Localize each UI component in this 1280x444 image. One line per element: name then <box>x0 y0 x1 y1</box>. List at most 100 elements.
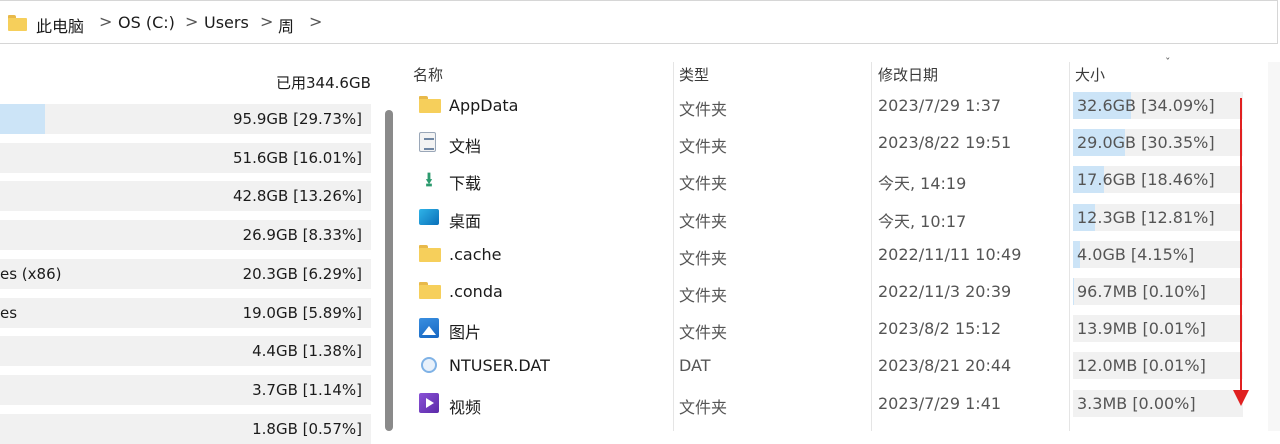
size-bar: 3.3MB [0.00%] <box>1073 390 1243 417</box>
usage-row[interactable]: 95.9GB [29.73%] <box>0 104 371 134</box>
breadcrumb-users[interactable]: Users <box>204 13 249 32</box>
file-modified-date: 2023/7/29 1:37 <box>878 96 1001 115</box>
file-type: 文件夹 <box>679 170 727 194</box>
file-name: 文档 <box>449 133 481 157</box>
file-modified-date: 今天, 10:17 <box>878 208 966 232</box>
folder-icon <box>8 15 27 31</box>
file-modified-date: 2023/7/29 1:41 <box>878 394 1001 413</box>
file-row[interactable]: 桌面 文件夹 今天, 10:17 12.3GB [12.81%] <box>407 199 1267 236</box>
usage-row-value: 1.8GB [0.57%] <box>252 420 362 438</box>
usage-row[interactable]: es (x86) 20.3GB [6.29%] <box>0 259 371 289</box>
file-type: 文件夹 <box>679 245 727 269</box>
file-name: 视频 <box>449 394 481 418</box>
file-size: 12.0MB [0.01%] <box>1077 356 1206 375</box>
annotation-arrow-line <box>1240 98 1242 392</box>
usage-row[interactable]: 1.8GB [0.57%] <box>0 414 371 444</box>
file-size: 32.6GB [34.09%] <box>1077 96 1215 115</box>
file-type: 文件夹 <box>679 96 727 120</box>
column-header-modified[interactable]: 修改日期 <box>878 64 938 85</box>
file-row[interactable]: 图片 文件夹 2023/8/2 15:12 13.9MB [0.01%] <box>407 310 1267 347</box>
file-type: DAT <box>679 356 711 375</box>
chevron-right-icon[interactable]: > <box>99 12 112 31</box>
file-name: NTUSER.DAT <box>449 356 550 375</box>
size-bar: 29.0GB [30.35%] <box>1073 129 1243 156</box>
sort-chevron-down-icon[interactable]: ˇ <box>1165 56 1171 69</box>
file-name: AppData <box>449 96 518 115</box>
usage-row-name: es <box>0 304 17 322</box>
size-bar: 4.0GB [4.15%] <box>1073 241 1243 268</box>
left-scrollbar[interactable] <box>385 110 393 431</box>
file-name: 下载 <box>449 170 481 194</box>
size-bar: 12.0MB [0.01%] <box>1073 352 1243 379</box>
size-bar: 13.9MB [0.01%] <box>1073 315 1243 342</box>
file-modified-date: 2023/8/21 20:44 <box>878 356 1011 375</box>
file-row[interactable]: 视频 文件夹 2023/7/29 1:41 3.3MB [0.00%] <box>407 385 1267 422</box>
file-name: .cache <box>449 245 501 264</box>
usage-row-value: 4.4GB [1.38%] <box>252 342 362 360</box>
usage-row[interactable]: 4.4GB [1.38%] <box>0 336 371 366</box>
file-row[interactable]: ⭳ 下载 文件夹 今天, 14:19 17.6GB [18.46%] <box>407 161 1267 198</box>
file-type: 文件夹 <box>679 319 727 343</box>
usage-row-value: 51.6GB [16.01%] <box>233 149 362 167</box>
usage-row-value: 95.9GB [29.73%] <box>233 110 362 128</box>
file-modified-date: 2023/8/2 15:12 <box>878 319 1001 338</box>
chevron-right-icon[interactable]: > <box>185 12 198 31</box>
usage-bar-fill <box>0 104 45 134</box>
file-row[interactable]: .cache 文件夹 2022/11/11 10:49 4.0GB [4.15%] <box>407 236 1267 273</box>
dat-file-icon <box>421 357 437 373</box>
usage-row[interactable]: 3.7GB [1.14%] <box>0 375 371 405</box>
download-icon: ⭳ <box>419 169 439 189</box>
usage-row-value: 3.7GB [1.14%] <box>252 381 362 399</box>
chevron-right-icon[interactable]: > <box>309 12 322 31</box>
column-header-name[interactable]: 名称 <box>413 64 443 85</box>
annotation-arrow-head <box>1233 390 1249 406</box>
size-bar: 96.7MB [0.10%] <box>1073 278 1243 305</box>
document-icon <box>419 132 436 152</box>
file-row[interactable]: AppData 文件夹 2023/7/29 1:37 32.6GB [34.09%] <box>407 87 1267 124</box>
usage-row-value: 42.8GB [13.26%] <box>233 187 362 205</box>
file-size: 96.7MB [0.10%] <box>1077 282 1206 301</box>
usage-row[interactable]: es19.0GB [5.89%] <box>0 298 371 328</box>
file-size: 3.3MB [0.00%] <box>1077 394 1196 413</box>
usage-row[interactable]: 51.6GB [16.01%] <box>0 143 371 173</box>
file-size: 12.3GB [12.81%] <box>1077 208 1215 227</box>
videos-icon <box>419 393 439 413</box>
used-space-label: 已用344.6GB <box>276 72 371 93</box>
usage-row-value: 20.3GB [6.29%] <box>243 265 362 283</box>
file-modified-date: 2022/11/3 20:39 <box>878 282 1011 301</box>
file-row[interactable]: NTUSER.DAT DAT 2023/8/21 20:44 12.0MB [0.01… <box>407 347 1267 384</box>
column-header-size[interactable]: 大小 <box>1075 64 1105 85</box>
file-row[interactable]: 文档 文件夹 2023/8/22 19:51 29.0GB [30.35%] <box>407 124 1267 161</box>
column-header-type[interactable]: 类型 <box>679 64 709 85</box>
file-type: 文件夹 <box>679 208 727 232</box>
chevron-right-icon[interactable]: > <box>260 12 273 31</box>
usage-row[interactable]: 42.8GB [13.26%] <box>0 181 371 211</box>
file-modified-date: 2023/8/22 19:51 <box>878 133 1011 152</box>
pictures-icon <box>419 318 439 338</box>
address-bar[interactable]: 此电脑 > OS (C:) > Users > 周 > <box>0 0 1278 44</box>
file-size: 13.9MB [0.01%] <box>1077 319 1206 338</box>
size-bar: 17.6GB [18.46%] <box>1073 166 1243 193</box>
folder-icon <box>419 281 439 301</box>
file-modified-date: 2022/11/11 10:49 <box>878 245 1021 264</box>
right-scrollbar[interactable] <box>1268 62 1280 431</box>
size-bar: 12.3GB [12.81%] <box>1073 204 1243 231</box>
folder-icon <box>419 95 439 115</box>
file-size: 4.0GB [4.15%] <box>1077 245 1194 264</box>
file-size: 17.6GB [18.46%] <box>1077 170 1215 189</box>
file-type: 文件夹 <box>679 133 727 157</box>
file-name: 图片 <box>449 319 481 343</box>
file-size: 29.0GB [30.35%] <box>1077 133 1215 152</box>
file-modified-date: 今天, 14:19 <box>878 170 966 194</box>
breadcrumb-user-folder[interactable]: 周 <box>278 13 294 37</box>
folder-icon <box>419 244 439 264</box>
usage-row-name: es (x86) <box>0 265 61 283</box>
breadcrumb-this-pc[interactable]: 此电脑 <box>36 13 84 37</box>
breadcrumb-os-c[interactable]: OS (C:) <box>118 13 175 32</box>
file-name: 桌面 <box>449 208 481 232</box>
usage-row[interactable]: 26.9GB [8.33%] <box>0 220 371 250</box>
file-type: 文件夹 <box>679 394 727 418</box>
file-type: 文件夹 <box>679 282 727 306</box>
usage-row-value: 26.9GB [8.33%] <box>243 226 362 244</box>
file-row[interactable]: .conda文件夹2022/11/3 20:3996.7MB [0.10%] <box>407 273 1267 310</box>
